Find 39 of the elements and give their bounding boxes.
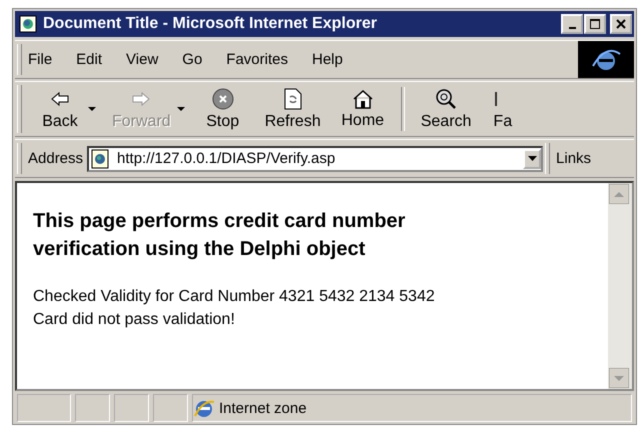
toolbar-button[interactable]: Fa	[481, 88, 512, 130]
page-icon	[19, 15, 37, 33]
address-label: Address	[28, 150, 84, 167]
page-heading: This page performs credit card number verification using the Delphi object	[33, 209, 406, 262]
maximize-button[interactable]	[584, 14, 606, 34]
maximize-icon	[589, 18, 601, 30]
menu-item[interactable]: File	[28, 51, 52, 68]
close-button[interactable]	[610, 14, 632, 34]
close-icon	[615, 18, 627, 30]
address-field[interactable]: http://127.0.0.1/DIASP/Verify.asp	[87, 146, 544, 172]
status-panel	[114, 394, 149, 422]
menu-item[interactable]: Go	[182, 51, 202, 68]
home-icon	[352, 88, 374, 108]
menu-item[interactable]: Favorites	[226, 51, 288, 68]
dropdown-arrow-icon[interactable]	[88, 106, 96, 112]
menu-item[interactable]: Help	[312, 51, 343, 68]
refresh-icon	[284, 88, 302, 110]
result-text: Checked Validity for Card Number 4321 5432 2134 5342	[33, 287, 436, 307]
dropdown-button[interactable]	[523, 148, 542, 168]
window-title: Document Title - Microsoft Internet Explorer	[43, 15, 378, 33]
minimize-button[interactable]	[561, 14, 583, 34]
links-button[interactable]: Links	[556, 150, 592, 167]
status-panel	[75, 394, 110, 422]
menu-item[interactable]: Edit	[76, 51, 102, 68]
caret-icon	[528, 156, 537, 161]
menu-item[interactable]: View	[126, 51, 158, 68]
toolbar-button[interactable]: Search	[410, 88, 482, 130]
search-icon	[435, 88, 458, 110]
status-panel	[17, 394, 71, 422]
toolbar-button[interactable]: Back	[28, 88, 92, 130]
status-panel	[153, 394, 188, 422]
toolbar-button[interactable]: Refresh	[254, 88, 331, 130]
toolbar-button[interactable]: Stop	[190, 88, 255, 130]
zone-text: Internet zone	[219, 400, 307, 416]
page-icon	[91, 148, 110, 168]
toolbar-button[interactable]: Home	[330, 88, 395, 130]
result-text: Card did not pass validation!	[33, 310, 236, 330]
stop-icon	[212, 88, 234, 110]
minimize-icon	[568, 27, 576, 29]
